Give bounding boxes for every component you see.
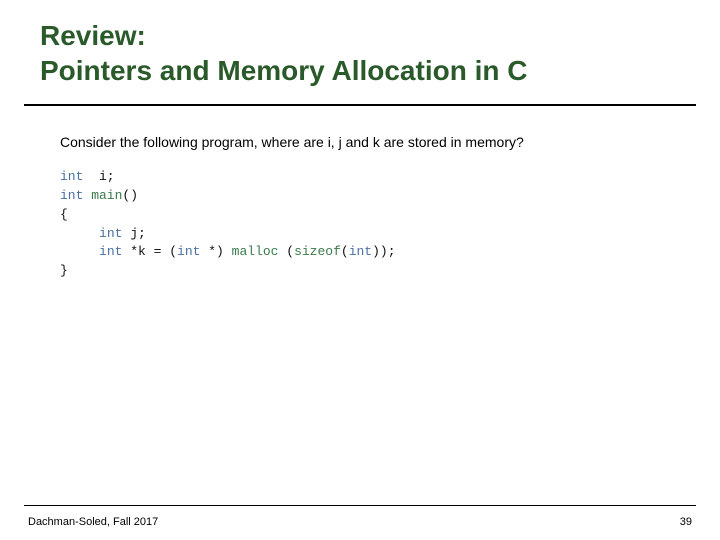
code-kw: int — [349, 244, 372, 259]
code-indent — [60, 244, 99, 259]
code-text: *k = ( — [122, 244, 177, 259]
code-fn: sizeof — [294, 244, 341, 259]
code-text: ( — [341, 244, 349, 259]
code-kw: int — [60, 188, 83, 203]
code-fn: malloc — [232, 244, 279, 259]
content-area: Consider the following program, where ar… — [0, 106, 720, 281]
title-block: Review: Pointers and Memory Allocation i… — [0, 0, 720, 98]
title-line-1: Review: — [40, 18, 720, 53]
title-line-2: Pointers and Memory Allocation in C — [40, 53, 720, 88]
code-block: int i; int main() { int j; int *k = (int… — [60, 168, 720, 281]
code-kw: int — [177, 244, 200, 259]
footer-author: Dachman-Soled, Fall 2017 — [28, 516, 158, 528]
code-text: )); — [372, 244, 395, 259]
code-text: ( — [278, 244, 294, 259]
code-text: j; — [122, 226, 145, 241]
code-kw: int — [99, 244, 122, 259]
prompt-text: Consider the following program, where ar… — [60, 134, 720, 150]
code-text: () — [122, 188, 138, 203]
code-kw: int — [99, 226, 122, 241]
slide: Review: Pointers and Memory Allocation i… — [0, 0, 720, 540]
code-text: { — [60, 207, 68, 222]
code-text: i; — [83, 169, 114, 184]
code-fn: main — [83, 188, 122, 203]
code-kw: int — [60, 169, 83, 184]
code-text: *) — [200, 244, 231, 259]
footer-divider — [24, 505, 696, 506]
code-indent — [60, 226, 99, 241]
code-text: } — [60, 263, 68, 278]
page-number: 39 — [680, 516, 692, 528]
